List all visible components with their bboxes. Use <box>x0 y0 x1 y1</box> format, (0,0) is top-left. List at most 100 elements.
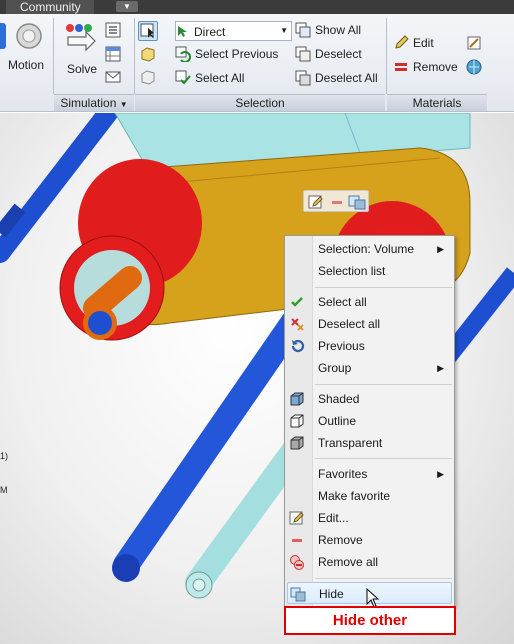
simulation-panel-title[interactable]: Simulation ▼ <box>54 94 134 111</box>
edit-icon <box>289 511 304 525</box>
side-text: M <box>0 485 8 495</box>
side-text: 1) <box>0 451 9 461</box>
menu-separator <box>315 458 452 459</box>
mail-icon[interactable] <box>105 69 121 85</box>
show-all-icon <box>295 22 311 38</box>
motion-label: Motion <box>8 58 45 72</box>
menu-item-label: Remove <box>318 533 363 547</box>
menu-item-label: Previous <box>318 339 365 353</box>
menu-item-previous[interactable]: Previous <box>285 335 454 357</box>
table-icon[interactable] <box>105 46 121 62</box>
menu-item-label: Make favorite <box>318 489 391 503</box>
lasso-select-icon[interactable] <box>140 69 156 85</box>
hide-icon <box>290 587 306 602</box>
menu-item-label: Remove all <box>318 555 379 569</box>
menu-item-edit[interactable]: Edit... <box>285 507 454 529</box>
menu-separator <box>315 578 452 579</box>
deselect-button[interactable]: Deselect <box>295 46 362 62</box>
list-icon[interactable] <box>105 22 121 38</box>
context-menu: Selection: Volume ▶ Selection list Select… <box>284 235 455 607</box>
select-mode-icon <box>178 26 187 37</box>
chevron-down-icon: ▼ <box>119 100 128 109</box>
menu-item-make-favorite[interactable]: Make favorite <box>285 485 454 507</box>
select-all-button[interactable]: Select All <box>175 70 244 86</box>
select-previous-icon <box>175 46 191 62</box>
select-mode-dropdown[interactable]: Direct ▼ <box>175 21 292 41</box>
solve-label: Solve <box>67 62 98 76</box>
menu-item-outline[interactable]: Outline <box>285 410 454 432</box>
box-select-icon[interactable] <box>140 46 156 62</box>
menu-item-label: Shaded <box>318 392 360 406</box>
menu-item-label: Select all <box>318 295 367 309</box>
simulation-panel-label: Simulation <box>60 96 117 110</box>
menu-item-label: Favorites <box>318 467 368 481</box>
pencil-icon <box>395 35 409 49</box>
remove-all-icon <box>290 555 304 570</box>
show-all-label: Show All <box>315 23 362 37</box>
mini-toolbar <box>303 190 369 212</box>
submenu-arrow-icon: ▶ <box>437 469 444 479</box>
menu-item-label: Deselect all <box>318 317 381 331</box>
submenu-arrow-icon: ▶ <box>437 363 444 373</box>
deselect-all-icon <box>295 70 311 86</box>
deselect-icon <box>295 46 311 62</box>
solve-icon <box>66 24 96 52</box>
selection-panel: Direct ▼ Select Previous Select All Show… <box>135 14 385 112</box>
transparent-cube-icon <box>290 436 304 450</box>
materials-panel-title: Materials <box>387 94 487 111</box>
menu-item-label: Selection list <box>318 264 386 278</box>
deselect-label: Deselect <box>315 47 362 61</box>
menu-item-label: Selection: Volume <box>318 242 415 256</box>
menu-item-shaded[interactable]: Shaded <box>285 388 454 410</box>
menu-item-label: Transparent <box>318 436 383 450</box>
menu-item-favorites[interactable]: Favorites ▶ <box>285 463 454 485</box>
edit-icon[interactable] <box>308 194 324 210</box>
tab-community[interactable]: Community <box>6 0 94 14</box>
select-mode-value: Direct <box>194 25 226 39</box>
menu-item-selection-volume[interactable]: Selection: Volume ▶ <box>285 238 454 260</box>
menu-item-select-all[interactable]: Select all <box>285 291 454 313</box>
undo-icon <box>291 339 305 353</box>
menu-item-transparent[interactable]: Transparent <box>285 432 454 454</box>
remove-material-button[interactable]: Remove <box>393 59 458 75</box>
menu-item-label: Group <box>318 361 352 375</box>
hide-icon[interactable] <box>348 194 366 210</box>
menu-item-label: Hide <box>319 587 344 601</box>
menu-separator <box>315 287 452 288</box>
remove-icon <box>395 63 407 71</box>
solve-button[interactable]: Solve <box>60 20 100 80</box>
deselect-all-button[interactable]: Deselect All <box>295 70 378 86</box>
remove-material-label: Remove <box>413 60 458 74</box>
select-cursor-button[interactable] <box>138 21 158 41</box>
globe-icon[interactable] <box>466 59 482 75</box>
select-previous-button[interactable]: Select Previous <box>175 46 278 62</box>
submenu-arrow-icon: ▶ <box>437 244 444 254</box>
motion-icon <box>16 23 42 49</box>
shaded-cube-icon <box>290 392 304 406</box>
chevron-down-icon: ▼ <box>280 26 288 35</box>
hide-other-callout: Hide other <box>284 606 456 635</box>
select-previous-label: Select Previous <box>195 47 279 61</box>
outline-cube-icon <box>290 414 304 428</box>
select-all-label: Select All <box>195 71 245 85</box>
menu-separator <box>315 384 452 385</box>
motion-group: Motion <box>0 14 52 95</box>
menu-item-deselect-all[interactable]: Deselect all <box>285 313 454 335</box>
tab-dropdown-button[interactable]: ▼ <box>116 1 138 12</box>
motion-button[interactable]: Motion <box>6 18 50 76</box>
deselect-x-icon <box>291 318 304 331</box>
remove-icon <box>292 539 302 542</box>
ribbon: Motion Solve Simulation ▼ Direct ▼ Selec… <box>0 14 514 112</box>
deselect-all-label: Deselect All <box>315 71 378 85</box>
menu-item-group[interactable]: Group ▶ <box>285 357 454 379</box>
cursor-icon <box>140 23 154 38</box>
show-all-button[interactable]: Show All <box>295 22 361 38</box>
remove-icon[interactable] <box>329 194 345 210</box>
material-editor-icon[interactable] <box>466 35 482 51</box>
menu-item-remove-all[interactable]: Remove all <box>285 551 454 573</box>
edit-material-button[interactable]: Edit <box>393 35 434 51</box>
menu-item-selection-list[interactable]: Selection list <box>285 260 454 282</box>
check-icon <box>291 297 303 307</box>
menu-item-remove[interactable]: Remove <box>285 529 454 551</box>
selection-panel-title: Selection <box>135 94 385 111</box>
